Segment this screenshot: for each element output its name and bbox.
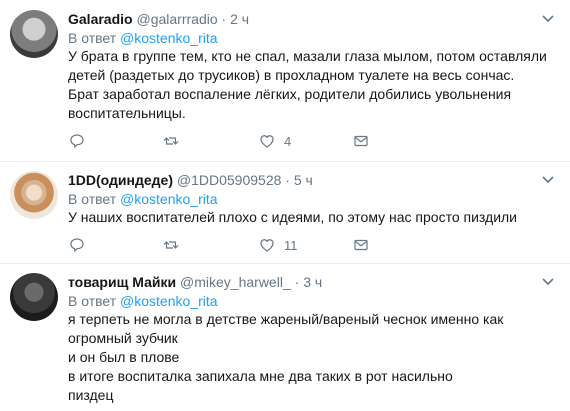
- tweet-text: У наших воспитателей плохо с идеями, по …: [68, 209, 517, 225]
- mention-link[interactable]: @kostenko_rita: [120, 30, 217, 46]
- reply-prefix: В ответ: [68, 30, 117, 46]
- tweet-text: я терпеть не могла в детстве жареный/вар…: [68, 310, 548, 405]
- avatar[interactable]: [10, 273, 58, 321]
- direct-message-button[interactable]: [352, 131, 370, 151]
- chevron-down-icon[interactable]: [540, 10, 556, 26]
- display-name[interactable]: Galaradio: [68, 11, 133, 27]
- user-handle[interactable]: @galarrradio: [136, 11, 217, 27]
- separator-dot: ·: [294, 274, 300, 290]
- reply-button[interactable]: [68, 235, 86, 255]
- tweet-header: Galaradio @galarrradio · 2 ч: [68, 10, 249, 28]
- tweet-feed: Galaradio @galarrradio · 2 ч В ответ @ko…: [0, 0, 570, 411]
- display-name[interactable]: товарищ Майки: [68, 274, 176, 290]
- like-icon: [260, 135, 274, 148]
- mail-icon: [354, 135, 368, 147]
- timestamp[interactable]: 5 ч: [294, 172, 313, 188]
- display-name[interactable]: 1DD(одиндеде): [68, 172, 173, 188]
- tweet-text-line: пиздец: [68, 387, 114, 403]
- chevron-down-icon[interactable]: [540, 273, 556, 289]
- reply-prefix: В ответ: [68, 293, 117, 309]
- reply-icon: [70, 134, 84, 148]
- reply-context: В ответ @kostenko_rita: [68, 29, 218, 47]
- reply-button[interactable]: [68, 131, 86, 151]
- tweet-actions: 4: [68, 131, 468, 151]
- reply-context: В ответ @kostenko_rita: [68, 292, 218, 310]
- tweet[interactable]: товарищ Майки @mikey_harwell_ · 3 ч В от…: [0, 263, 570, 411]
- user-handle[interactable]: @1DD05909528: [177, 172, 282, 188]
- reply-prefix: В ответ: [68, 191, 117, 207]
- retweet-icon: [163, 241, 179, 249]
- mention-link[interactable]: @kostenko_rita: [120, 191, 217, 207]
- tweet[interactable]: Galaradio @galarrradio · 2 ч В ответ @ko…: [0, 0, 570, 161]
- like-button[interactable]: 4: [258, 131, 291, 151]
- tweet-header: 1DD(одиндеде) @1DD05909528 · 5 ч: [68, 171, 313, 189]
- separator-dot: ·: [285, 172, 290, 188]
- user-handle[interactable]: @mikey_harwell_: [180, 274, 291, 290]
- tweet-text-line: в итоге воспиталка запихала мне два таки…: [68, 368, 453, 384]
- timestamp[interactable]: 2 ч: [230, 11, 249, 27]
- timestamp[interactable]: 3 ч: [303, 274, 322, 290]
- tweet-header: товарищ Майки @mikey_harwell_ · 3 ч: [68, 273, 322, 291]
- like-icon: [260, 239, 274, 252]
- retweet-button[interactable]: [162, 235, 180, 255]
- chevron-down-icon[interactable]: [540, 171, 556, 187]
- retweet-button[interactable]: [162, 131, 180, 151]
- tweet-text: У брата в группе тем, кто не спал, мазал…: [68, 48, 547, 121]
- tweet-text-line: и он был в плове: [68, 349, 180, 365]
- like-count: 4: [284, 133, 292, 149]
- tweet-actions: 11: [68, 235, 468, 255]
- tweet[interactable]: 1DD(одиндеде) @1DD05909528 · 5 ч В ответ…: [0, 161, 570, 263]
- avatar[interactable]: [10, 10, 58, 58]
- reply-context: В ответ @kostenko_rita: [68, 190, 218, 208]
- mail-icon: [354, 239, 368, 251]
- mention-link[interactable]: @kostenko_rita: [120, 293, 217, 309]
- separator-dot: ·: [221, 11, 227, 27]
- reply-icon: [70, 238, 84, 252]
- tweet-text-line: я терпеть не могла в детстве жареный/вар…: [68, 311, 504, 346]
- like-count: 11: [284, 237, 298, 253]
- avatar[interactable]: [10, 171, 58, 219]
- like-button[interactable]: 11: [258, 235, 298, 255]
- retweet-icon: [163, 137, 179, 145]
- direct-message-button[interactable]: [352, 235, 370, 255]
